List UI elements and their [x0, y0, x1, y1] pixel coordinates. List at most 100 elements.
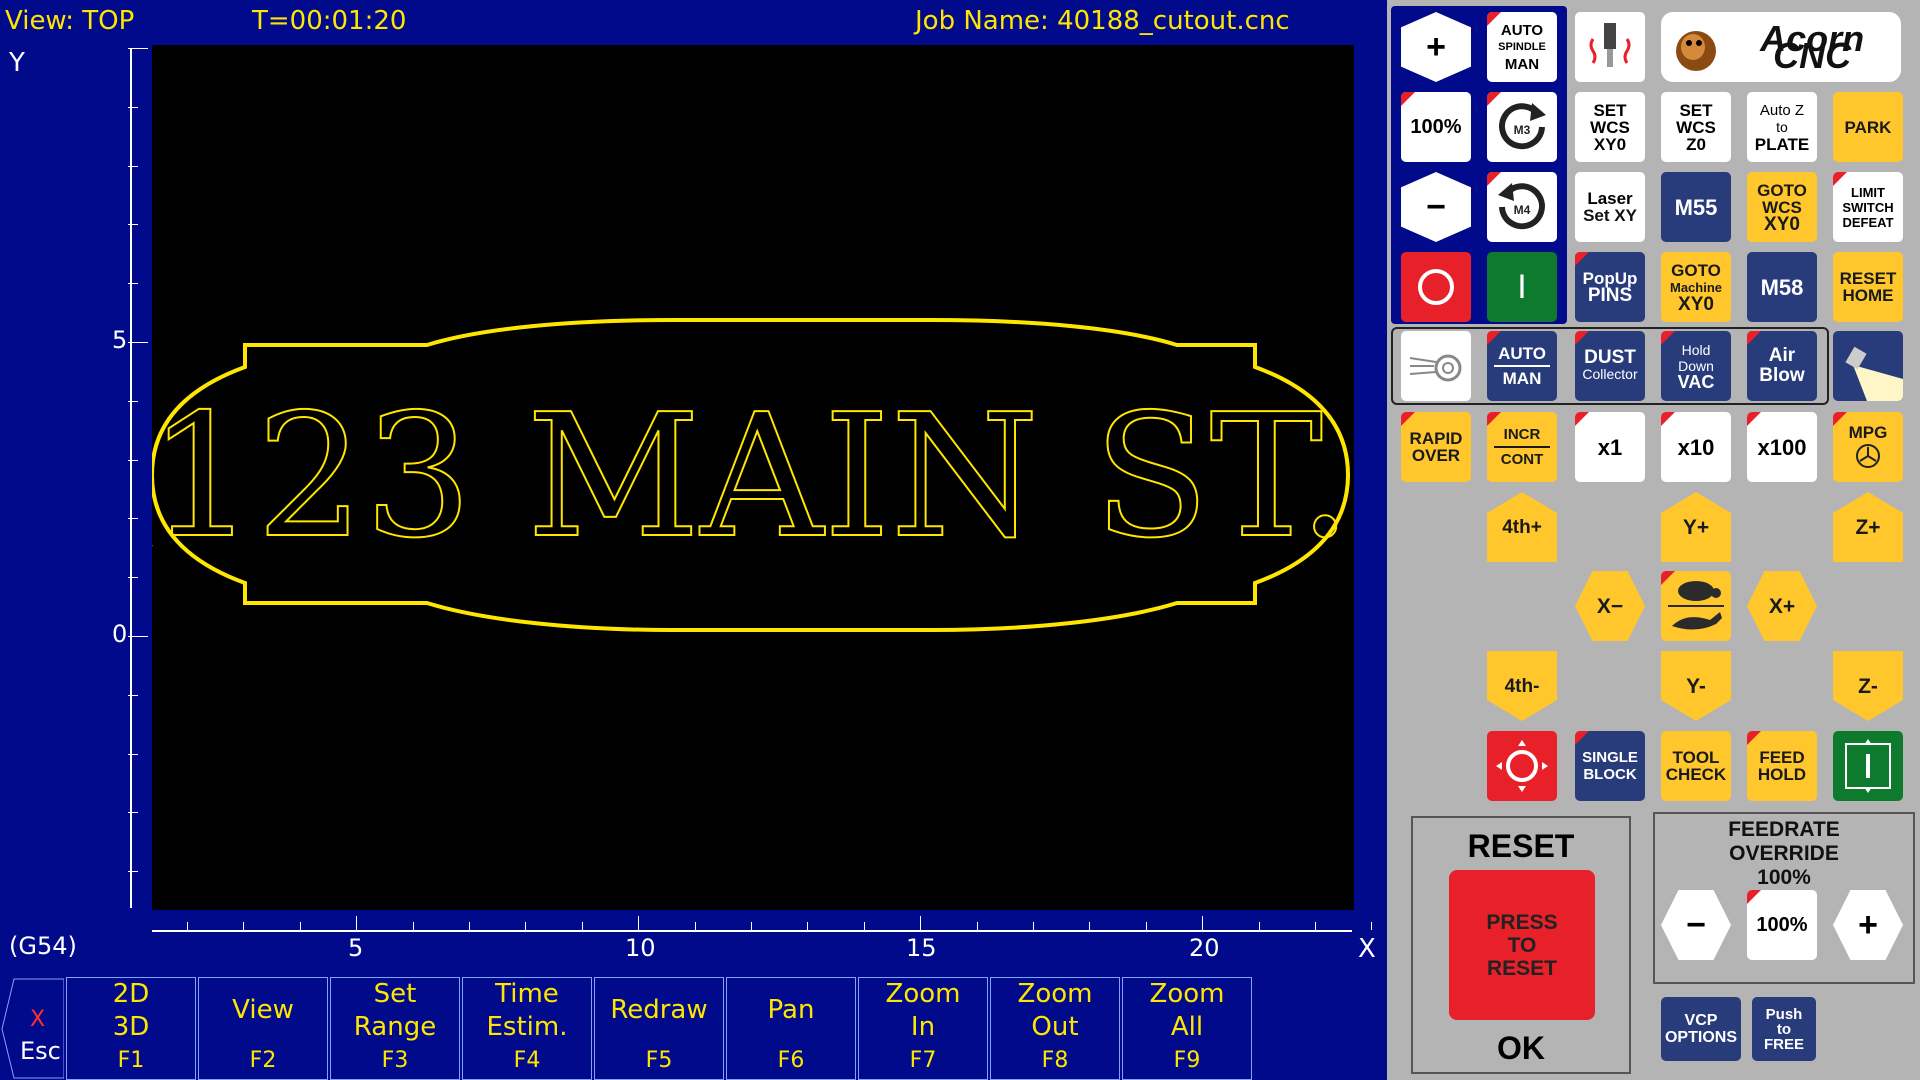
jog-x100-button[interactable]: x100	[1747, 412, 1817, 482]
x-axis-tick	[1371, 922, 1373, 930]
park-button[interactable]: PARK	[1833, 92, 1903, 162]
jog-x-minus-button[interactable]: X−	[1575, 571, 1645, 641]
jog-speed-toggle-button[interactable]	[1661, 571, 1731, 641]
button-text: LIMIT	[1851, 184, 1885, 200]
x-axis-tick	[187, 922, 188, 930]
y-axis-tick	[128, 400, 138, 402]
function-key-f7[interactable]: Zoom In F7	[858, 977, 988, 1080]
plus-icon: +	[1858, 905, 1878, 944]
hold-down-vac-button[interactable]: Hold Down VAC	[1661, 331, 1731, 401]
dust-collector-button[interactable]: DUST Collector	[1575, 331, 1645, 401]
rapid-over-button[interactable]: RAPID OVER	[1401, 412, 1471, 482]
coolant-icon-button[interactable]	[1401, 331, 1471, 401]
spindle-auto-man-button[interactable]: AUTO SPINDLE MAN	[1487, 12, 1557, 82]
function-key-f2[interactable]: View F2	[198, 977, 328, 1080]
m55-button[interactable]: M55	[1661, 172, 1731, 242]
button-text: Y+	[1682, 515, 1710, 539]
cycle-stop-icon	[1496, 740, 1548, 792]
button-text: XY0	[1593, 134, 1627, 154]
button-text: BLOCK	[1583, 766, 1637, 783]
m58-button[interactable]: M58	[1747, 252, 1817, 322]
button-text: MPG	[1848, 422, 1888, 442]
spindle-warmup-button[interactable]	[1575, 12, 1645, 82]
virtual-control-panel: + AUTO SPINDLE MAN 100% M3 − M4 I Acorn …	[1387, 0, 1920, 1080]
function-key-f6[interactable]: Pan F6	[726, 977, 856, 1080]
spindle-start-button[interactable]: I	[1487, 252, 1557, 322]
button-text: to	[1776, 1020, 1792, 1038]
jog-y-minus-button[interactable]: Y-	[1661, 651, 1731, 721]
spindle-100-percent-button[interactable]: 100%	[1401, 92, 1471, 162]
function-key-id: F3	[381, 1048, 409, 1073]
function-key-f9[interactable]: Zoom All F9	[1122, 977, 1252, 1080]
laser-set-xy-button[interactable]: Laser Set XY	[1575, 172, 1645, 242]
work-light-button[interactable]	[1833, 331, 1903, 401]
button-text: M55	[1674, 194, 1718, 220]
goto-machine-xy0-button[interactable]: GOTO Machine XY0	[1661, 252, 1731, 322]
jog-y-plus-button[interactable]: Y+	[1661, 492, 1731, 562]
m4-spindle-ccw-button[interactable]: M4	[1487, 172, 1557, 242]
button-text: CHECK	[1665, 765, 1727, 784]
press-to-reset-button[interactable]: PRESS TO RESET	[1449, 870, 1595, 1020]
button-text: XY0	[1678, 293, 1714, 315]
auto-z-to-plate-button[interactable]: Auto Zto PLATE	[1747, 92, 1817, 162]
function-key-id: F1	[117, 1048, 145, 1073]
spindle-heat-icon	[1589, 23, 1631, 67]
jog-z-minus-button[interactable]: Z-	[1833, 651, 1903, 721]
air-nozzle-icon	[1409, 354, 1462, 382]
reset-home-button[interactable]: RESET HOME	[1833, 252, 1903, 322]
logo-text: Acorn CNC	[1760, 18, 1865, 76]
toolpath-drawing: 123 MAIN ST.	[131, 318, 1353, 632]
cycle-stop-button[interactable]	[1487, 731, 1557, 801]
x-axis-tick	[1089, 922, 1091, 930]
function-key-f4[interactable]: Time Estim. F4	[462, 977, 592, 1080]
m3-spindle-cw-button[interactable]: M3	[1487, 92, 1557, 162]
jog-z-plus-button[interactable]: Z+	[1833, 492, 1903, 562]
button-text: DEFEAT	[1842, 214, 1894, 230]
popup-pins-button[interactable]: PopUp PINS	[1575, 252, 1645, 322]
view-label: View: TOP	[5, 6, 135, 36]
single-block-button[interactable]: SINGLE BLOCK	[1575, 731, 1645, 801]
button-text: Auto Z	[1759, 101, 1805, 119]
jog-x10-button[interactable]: x10	[1661, 412, 1731, 482]
set-wcs-xy0-button[interactable]: SET WCS XY0	[1575, 92, 1645, 162]
y-axis-label: Y	[9, 48, 25, 78]
toolpath-canvas[interactable]: 123 MAIN ST.	[131, 45, 1354, 910]
coolant-auto-man-button[interactable]: AUTO MAN	[1487, 331, 1557, 401]
button-text: RESET	[1839, 269, 1897, 288]
jog-4th-plus-button[interactable]: 4th+	[1487, 492, 1557, 562]
spindle-stop-button[interactable]	[1401, 252, 1471, 322]
acorn-cnc-logo: Acorn CNC	[1661, 12, 1901, 82]
engraving-text: 123 MAIN ST.	[152, 378, 1352, 576]
incr-cont-button[interactable]: INCR CONT	[1487, 412, 1557, 482]
cycle-start-button[interactable]	[1833, 731, 1903, 801]
feedrate-100-percent-button[interactable]: 100%	[1747, 890, 1817, 960]
button-text: Z+	[1855, 515, 1881, 539]
push-to-free-button[interactable]: Push to FREE	[1752, 997, 1816, 1061]
button-text: INCR	[1503, 426, 1541, 443]
jog-x-plus-button[interactable]: X+	[1747, 571, 1817, 641]
button-text: SINGLE	[1582, 749, 1638, 766]
function-key-f1[interactable]: 2D 3D F1	[66, 977, 196, 1080]
limit-switch-defeat-button[interactable]: LIMIT SWITCH DEFEAT	[1833, 172, 1903, 242]
squirrel-logo-icon	[1676, 31, 1716, 71]
tool-check-button[interactable]: TOOL CHECK	[1661, 731, 1731, 801]
job-name: Job Name: 40188_cutout.cnc	[915, 6, 1290, 36]
set-wcs-z0-button[interactable]: SET WCS Z0	[1661, 92, 1731, 162]
vcp-options-button[interactable]: VCP OPTIONS	[1661, 997, 1741, 1061]
jog-4th-minus-button[interactable]: 4th-	[1487, 651, 1557, 721]
function-key-label: Pan	[767, 995, 815, 1025]
jog-x1-button[interactable]: x1	[1575, 412, 1645, 482]
x-tick-label: 5	[348, 934, 364, 962]
reset-ok-label: OK	[1497, 1030, 1545, 1066]
function-key-f3[interactable]: Set Range F3	[330, 977, 460, 1080]
goto-wcs-xy0-button[interactable]: GOTO WCS XY0	[1747, 172, 1817, 242]
mpg-button[interactable]: MPG	[1833, 412, 1903, 482]
function-key-id: F5	[645, 1048, 673, 1073]
function-key-f5[interactable]: Redraw F5	[594, 977, 724, 1080]
y-axis-tick	[128, 871, 138, 873]
button-text: Push	[1765, 1005, 1803, 1023]
air-blow-button[interactable]: Air Blow	[1747, 331, 1817, 401]
m4-label: M4	[1514, 203, 1531, 217]
function-key-f8[interactable]: Zoom Out F8	[990, 977, 1120, 1080]
feed-hold-button[interactable]: FEED HOLD	[1747, 731, 1817, 801]
